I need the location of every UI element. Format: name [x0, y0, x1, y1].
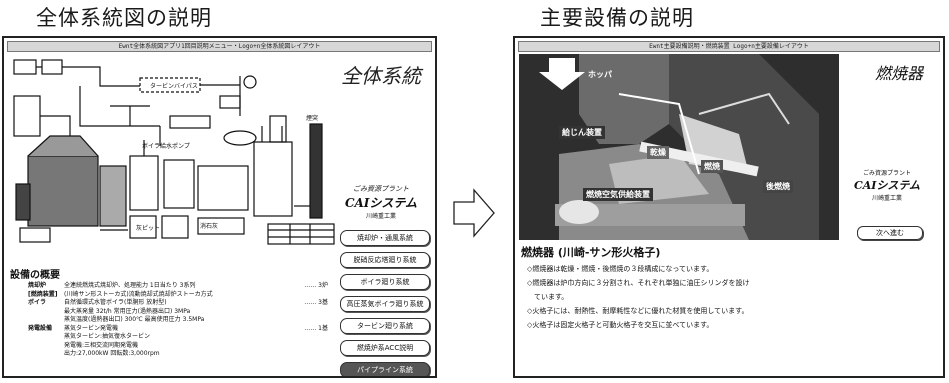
menu-button-boiler[interactable]: ボイラ廻り系統 [340, 274, 430, 290]
spec-row: 発電設備 蒸気タービン発電機…… 1基 [28, 324, 328, 332]
right-section-heading: 主要設備の説明 [540, 6, 694, 30]
spec-row: 焼却炉 全連続燃焼式焼却炉、処理能力 1日当たり 3系列…… 3炉 [28, 282, 328, 289]
equipment-title: 燃焼器 [874, 64, 923, 83]
left-section-heading: 全体系統図の説明 [36, 6, 212, 30]
overview-title: 設備の概要 [10, 270, 60, 281]
after-burn-label: 後燃焼 [763, 180, 793, 193]
dry-zone-label: 乾燥 [647, 146, 669, 159]
description-item: ◇燃焼器は乾燥・燃焼・後燃焼の３段構成になっています。 [527, 265, 714, 273]
hopper-label: ホッパ [588, 70, 612, 79]
company-line2: CAIシステム [344, 196, 418, 210]
incinerator-cutaway-image: ホッパ 給じん装置 乾燥 燃焼 後燃焼 燃焼空気供給装置 [519, 54, 839, 240]
system-menu: 焼却炉・通風系統 脱硝反応塔廻り系統 ボイラ廻り系統 高圧蒸気ボイラ廻り系統 タ… [340, 230, 430, 376]
burn-zone-label: 燃焼 [701, 160, 723, 173]
boiler-pump-label: ボイラ給水ポンプ [142, 142, 190, 150]
menu-button-pipeline[interactable]: パイプライン系統 [340, 362, 430, 376]
feeder-label: 給じん装置 [559, 126, 605, 139]
incinerator-cutaway-art [519, 54, 839, 240]
menu-button-incinerator[interactable]: 焼却炉・通風系統 [340, 230, 430, 246]
spec-row: 蒸気タービン:抽気復水タービン [64, 333, 151, 340]
system-flow-diagram: タービンバイパス ボイラ給水ポンプ 煙突 灰ピット 消石灰 [13, 59, 335, 245]
menu-button-acc[interactable]: 燃焼炉系ACC説明 [340, 340, 430, 356]
company-line1: ごみ資源プラント [353, 185, 409, 193]
spec-row: ボイラ 自然循環式水管ボイラ(単胴形 放射型)…… 3基 [28, 299, 328, 306]
menu-button-turbine[interactable]: タービン廻り系統 [340, 318, 430, 334]
right-window-titlebar: Ewnt主要設備説明・燃焼装置 Logo+n主要設備レイアウト [518, 41, 940, 52]
chimney-label: 煙突 [306, 114, 318, 122]
equipment-screen: Ewnt主要設備説明・燃焼装置 Logo+n主要設備レイアウト ホッパ 給じん装… [513, 36, 945, 378]
menu-button-denitration[interactable]: 脱硝反応塔廻り系統 [340, 252, 430, 268]
right-company-line1: ごみ資源プラント [862, 170, 911, 177]
ash-label: 灰ピット [136, 224, 160, 232]
spec-row: 発電機:三相交流同期発電機 [64, 341, 139, 349]
left-window-titlebar: Ewnt全体系統図アプリ1回目説明メニュー・Logo+n全体系統図レイアウト [7, 41, 432, 52]
arrow-right-icon [453, 188, 495, 238]
menu-button-high-pressure[interactable]: 高圧蒸気ボイラ廻り系統 [340, 296, 430, 312]
description-item: ◇火格子には、耐熱性、耐摩耗性などに優れた材質を使用しています。 [527, 307, 749, 315]
company-block: ごみ資源プラント CAIシステム 川崎重工業 [341, 184, 421, 220]
spec-list: 焼却炉 全連続燃焼式焼却炉、処理能力 1日当たり 3系列…… 3炉 [燃焼装置](… [28, 282, 328, 359]
right-company-block: ごみ資源プラント CAIシステム 川崎重工業 [845, 168, 929, 202]
right-company-line2: CAIシステム [853, 179, 921, 192]
system-diagram-screen: Ewnt全体系統図アプリ1回目説明メニュー・Logo+n全体系統図レイアウト タ… [2, 36, 437, 378]
equipment-caption: 燃焼器 (川崎-サン形火格子) [521, 246, 661, 259]
spec-row: 蒸気温度(過熱器出口) 300℃ 最高使用圧力 3.5MPa [64, 316, 205, 323]
lime-label: 消石灰 [200, 222, 218, 230]
description-item: ◇燃焼器は炉巾方向に３分割され、それぞれ単独に油圧シリンダを設け [527, 279, 750, 287]
company-line3: 川崎重工業 [365, 213, 396, 220]
air-supply-label: 燃焼空気供給装置 [583, 188, 653, 201]
description-list: ◇燃焼器は乾燥・燃焼・後燃焼の３段構成になっています。 ◇燃焼器は炉巾方向に３分… [527, 262, 927, 332]
next-button[interactable]: 次へ進む [857, 226, 923, 240]
right-company-line3: 川崎重工業 [871, 195, 902, 202]
spec-row: 出力:27,000kW 回転数:3,000rpm [64, 350, 160, 357]
spec-row: 最大蒸発量 32t/h 常用圧力(過熱器出口) 3MPa [64, 307, 191, 315]
turbine-bypass-label: タービンバイパス [150, 82, 198, 90]
description-item: ています。 [527, 293, 569, 301]
description-item: ◇火格子は固定火格子と可動火格子を交互に並べています。 [527, 321, 714, 329]
spec-row: [燃焼装置] (川崎サン形ストーカ式)流動焼却式焼却炉ストーカ方式 [28, 290, 213, 298]
system-title: 全体系統 [341, 64, 421, 88]
